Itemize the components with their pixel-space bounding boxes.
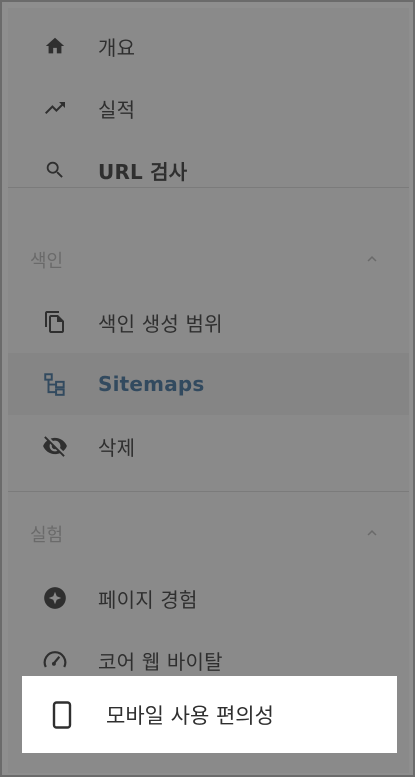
section-header-index[interactable]: 색인 <box>8 234 409 286</box>
divider <box>8 491 409 492</box>
section-header-experimental[interactable]: 실험 <box>8 508 409 560</box>
nav-item-mobile-usability[interactable]: 모바일 사용 편의성 <box>22 676 397 753</box>
nav-item-label: 코어 웹 바이탈 <box>98 649 223 674</box>
nav-item-label: 삭제 <box>98 435 136 460</box>
trending-up-icon <box>42 95 68 121</box>
nav-item-label: 페이지 경험 <box>98 587 198 612</box>
nav-item-sitemaps[interactable]: Sitemaps <box>8 353 409 415</box>
nav-item-label: URL 검사 <box>98 159 188 184</box>
sidebar-nav: 개요 실적 URL 검사 색인 색인 생성 범위 Sitemaps 삭제 실험 … <box>8 8 409 773</box>
page-experience-icon <box>42 585 68 611</box>
nav-item-label: Sitemaps <box>98 372 205 396</box>
phone-icon <box>50 700 74 730</box>
nav-item-removals[interactable]: 삭제 <box>8 415 409 477</box>
visibility-off-icon <box>42 433 68 459</box>
nav-item-label: 실적 <box>98 97 136 122</box>
nav-item-label: 개요 <box>98 35 136 60</box>
nav-item-performance[interactable]: 실적 <box>8 77 409 139</box>
section-title: 실험 <box>30 525 64 546</box>
speedometer-icon <box>42 647 68 673</box>
nav-item-overview[interactable]: 개요 <box>8 15 409 77</box>
nav-item-index-coverage[interactable]: 색인 생성 범위 <box>8 291 409 353</box>
nav-item-label: 색인 생성 범위 <box>98 311 223 336</box>
nav-item-label: 모바일 사용 편의성 <box>106 703 274 728</box>
search-icon <box>42 157 68 183</box>
nav-item-url-inspection[interactable]: URL 검사 <box>8 139 409 201</box>
nav-item-page-experience[interactable]: 페이지 경험 <box>8 567 409 629</box>
copy-icon <box>42 309 68 335</box>
chevron-up-icon[interactable] <box>361 522 383 544</box>
section-title: 색인 <box>30 251 64 272</box>
divider <box>8 187 409 188</box>
screenshot-frame: 개요 실적 URL 검사 색인 색인 생성 범위 Sitemaps 삭제 실험 … <box>0 0 415 777</box>
chevron-up-icon[interactable] <box>361 248 383 270</box>
sitemap-icon <box>42 371 68 397</box>
home-icon <box>42 33 68 59</box>
